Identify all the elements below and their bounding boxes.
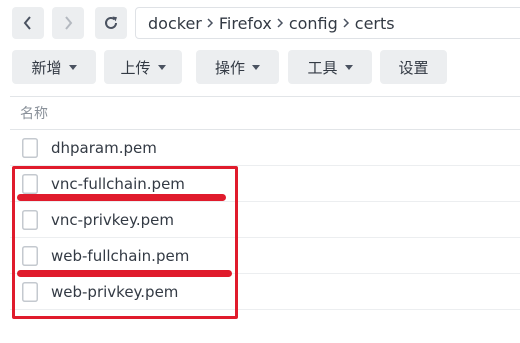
action-button[interactable]: 操作 [196,50,279,84]
file-icon [22,246,38,266]
chevron-right-icon [207,18,214,28]
underline-annotation [17,270,232,277]
file-icon [22,210,38,230]
settings-button-label: 设置 [398,58,429,77]
back-button[interactable] [12,7,44,39]
breadcrumb-docker[interactable]: docker [148,14,202,33]
column-header-name[interactable]: 名称 [10,96,520,130]
forward-button[interactable] [52,7,84,39]
file-row[interactable]: web-privkey.pem [10,274,520,310]
underline-annotation [17,194,226,201]
column-header-label: 名称 [20,106,48,122]
file-row[interactable]: vnc-privkey.pem [10,202,520,238]
file-name: web-privkey.pem [51,282,179,301]
caret-down-icon [68,64,77,70]
breadcrumb-config[interactable]: config [289,14,338,33]
action-button-label: 操作 [214,58,245,77]
new-button[interactable]: 新增 [12,50,96,84]
breadcrumb[interactable]: docker Firefox config certs [135,7,520,39]
file-icon [22,282,38,302]
new-button-label: 新增 [31,58,62,77]
file-icon [22,174,38,194]
settings-button[interactable]: 设置 [380,50,447,84]
chevron-right-icon [277,18,284,28]
tools-button[interactable]: 工具 [288,50,372,84]
file-name: vnc-fullchain.pem [51,174,185,193]
chevron-left-icon [23,16,31,30]
refresh-icon [105,16,117,29]
file-name: web-fullchain.pem [51,246,190,265]
refresh-button[interactable] [95,7,127,39]
file-name: vnc-privkey.pem [51,210,175,229]
tools-button-label: 工具 [307,58,338,77]
upload-button-label: 上传 [120,58,151,77]
file-row[interactable]: web-fullchain.pem [10,238,520,274]
file-icon [22,138,38,158]
chevron-right-icon [343,18,350,28]
breadcrumb-certs[interactable]: certs [355,14,395,33]
file-row[interactable]: dhparam.pem [10,130,520,166]
caret-down-icon [252,64,260,70]
chevron-right-icon [65,16,73,30]
upload-button[interactable]: 上传 [104,50,182,84]
caret-down-icon [344,64,353,70]
caret-down-icon [157,64,166,70]
breadcrumb-firefox[interactable]: Firefox [219,14,272,33]
file-name: dhparam.pem [51,138,157,157]
